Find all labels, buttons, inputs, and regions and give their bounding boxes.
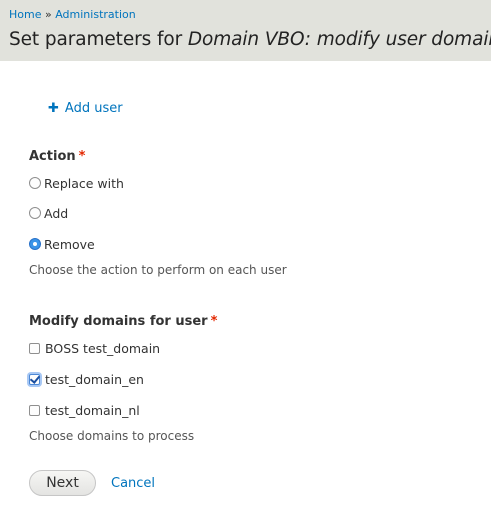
checkbox-icon[interactable]	[29, 342, 40, 354]
breadcrumb-separator: »	[44, 8, 52, 21]
domains-label-text: Modify domains for user	[29, 314, 208, 329]
action-label: Action *	[29, 149, 85, 164]
radio-label: Add	[44, 205, 69, 221]
checkbox-label: test_domain_en	[45, 371, 144, 387]
radio-replace-with[interactable]: Replace with	[29, 175, 124, 191]
domains-label: Modify domains for user *	[29, 314, 217, 329]
page-header: Home » Administration Set parameters for…	[0, 0, 491, 61]
cancel-link[interactable]: Cancel	[111, 476, 155, 491]
checkbox-icon[interactable]	[29, 404, 40, 416]
breadcrumb-administration-link[interactable]: Administration	[55, 8, 136, 21]
radio-selected-icon[interactable]	[29, 238, 41, 250]
page-title-action-name: Domain VBO: modify user domains	[187, 29, 491, 50]
checkbox-test-domain-en[interactable]: test_domain_en	[29, 371, 144, 387]
checkbox-boss-test-domain[interactable]: BOSS test_domain	[29, 340, 160, 356]
checkbox-checked-icon[interactable]	[29, 373, 40, 385]
radio-add[interactable]: Add	[29, 205, 68, 221]
radio-label: Replace with	[44, 175, 124, 191]
checkbox-test-domain-nl[interactable]: test_domain_nl	[29, 402, 140, 418]
plus-icon: ✚	[48, 101, 59, 116]
radio-remove[interactable]: Remove	[29, 236, 95, 252]
action-description: Choose the action to perform on each use…	[29, 263, 287, 277]
radio-icon[interactable]	[29, 207, 41, 219]
required-marker: *	[210, 314, 218, 329]
domains-description: Choose domains to process	[29, 429, 195, 443]
add-user-label: Add user	[64, 101, 123, 116]
radio-label: Remove	[44, 236, 95, 252]
checkbox-label: BOSS test_domain	[45, 340, 161, 356]
checkbox-label: test_domain_nl	[45, 402, 140, 418]
required-marker: *	[78, 149, 86, 164]
next-button[interactable]: Next	[29, 470, 96, 496]
page-title-prefix: Set parameters for	[9, 29, 188, 50]
page-title: Set parameters for Domain VBO: modify us…	[9, 29, 491, 50]
radio-icon[interactable]	[29, 177, 41, 189]
breadcrumb-home-link[interactable]: Home	[9, 8, 41, 21]
action-label-text: Action	[29, 149, 76, 164]
breadcrumb: Home » Administration	[9, 8, 136, 21]
add-user-link[interactable]: ✚ Add user	[48, 101, 123, 116]
